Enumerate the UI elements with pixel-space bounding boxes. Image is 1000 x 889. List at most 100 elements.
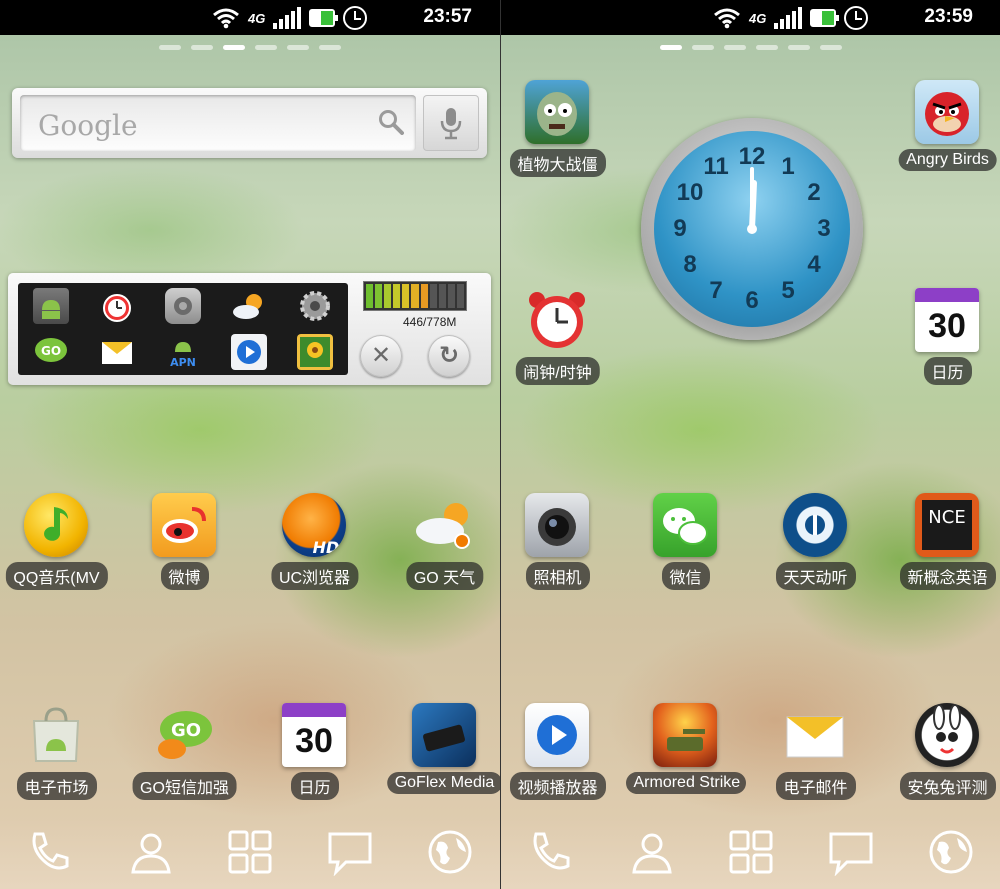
angry-birds-icon	[915, 80, 979, 144]
app-angry-birds[interactable]: Angry Birds	[885, 80, 1000, 190]
dock-messaging-button[interactable]	[323, 828, 377, 878]
dock-app-drawer-button[interactable]	[223, 828, 277, 878]
android-debug-icon[interactable]	[33, 288, 69, 324]
android-market-icon	[24, 703, 88, 767]
weather-toggle-icon[interactable]	[231, 288, 267, 324]
mail-toggle-icon[interactable]	[99, 334, 135, 370]
analog-clock-widget[interactable]: 12 1 2 3 4 5 6 7 8 9 10 11	[641, 118, 863, 340]
app-calendar[interactable]: 30 日历	[252, 703, 377, 813]
svg-text:APN: APN	[170, 356, 196, 369]
app-label: 闹钟/时钟	[515, 357, 600, 385]
app-label: 安兔兔评测	[899, 772, 996, 800]
app-label: 电子邮件	[775, 772, 856, 800]
search-icon	[379, 110, 404, 135]
dock-phone-button[interactable]	[523, 828, 577, 878]
email-icon	[783, 703, 847, 767]
dock-browser-button[interactable]	[423, 828, 477, 878]
clock-face: 12 1 2 3 4 5 6 7 8 9 10 11	[654, 131, 850, 327]
app-ttpod[interactable]: 天天动听	[753, 493, 878, 603]
app-weibo[interactable]: 微博	[122, 493, 247, 603]
app-drawer-icon	[228, 830, 272, 874]
video-toggle-icon[interactable]	[231, 334, 267, 370]
browser-icon	[428, 830, 472, 874]
app-label: GO 天气	[405, 562, 484, 590]
dock	[501, 818, 1000, 889]
app-label: 微博	[160, 562, 209, 590]
app-android-market[interactable]: 电子市场	[0, 703, 119, 813]
dock	[0, 818, 500, 889]
app-label: Angry Birds	[898, 149, 997, 171]
dock-phone-button[interactable]	[22, 828, 76, 878]
messaging-icon	[328, 832, 372, 876]
calendar-icon: 30	[915, 288, 979, 352]
status-bar: 4G 23:59	[501, 0, 1000, 35]
app-antutu[interactable]: 安兔兔评测	[885, 703, 1000, 813]
app-label: 电子市场	[16, 772, 97, 800]
toggle-widget: GO APN 446/778M ✕ ↻	[8, 273, 491, 385]
app-uc-browser[interactable]: HD UC浏览器	[252, 493, 377, 603]
app-label: 日历	[923, 357, 972, 385]
phone-icon	[533, 832, 570, 870]
dock-contacts-button[interactable]	[124, 828, 178, 878]
ttpod-icon	[783, 493, 847, 557]
app-label: GoFlex Media	[386, 772, 500, 794]
svg-text:GO: GO	[171, 720, 201, 741]
app-nce[interactable]: NCE 新概念英语	[885, 493, 1000, 603]
toggle-grid: GO APN	[18, 283, 348, 375]
gallery-toggle-icon[interactable]	[297, 334, 333, 370]
wifi-icon	[713, 7, 741, 29]
home-screen-left: 4G 23:57 Google GO APN 446/778M ✕ ↻ QQ音乐…	[0, 0, 500, 889]
app-calendar[interactable]: 30 日历	[885, 288, 1000, 398]
app-plants-vs-zombies[interactable]: 植物大战僵	[501, 80, 620, 190]
app-label: 植物大战僵	[509, 149, 606, 177]
speaker-toggle-icon[interactable]	[165, 288, 201, 324]
calendar-day: 30	[928, 307, 966, 345]
app-qq-music[interactable]: QQ音乐(MV	[0, 493, 119, 603]
app-goflex[interactable]: GoFlex Media	[382, 703, 500, 813]
app-label: UC浏览器	[270, 562, 359, 590]
app-alarm-clock[interactable]: 闹钟/时钟	[501, 288, 620, 398]
uc-browser-icon: HD	[282, 493, 346, 557]
app-video-player[interactable]: 视频播放器	[501, 703, 620, 813]
app-email[interactable]: 电子邮件	[753, 703, 878, 813]
alarm-status-icon	[844, 6, 869, 30]
plants-vs-zombies-icon	[525, 80, 589, 144]
app-camera[interactable]: 照相机	[501, 493, 620, 603]
go-sms-toggle-icon[interactable]: GO	[33, 334, 69, 370]
dock-browser-button[interactable]	[924, 828, 978, 878]
wifi-icon	[212, 7, 240, 29]
page-indicator	[501, 45, 1000, 50]
app-wechat[interactable]: 微信	[623, 493, 748, 603]
clock-hands	[747, 167, 757, 234]
app-label: 新概念英语	[899, 562, 996, 590]
app-go-sms[interactable]: GO GO短信加强	[122, 703, 247, 813]
signal-icon	[273, 7, 302, 29]
antutu-icon	[915, 703, 979, 767]
network-type: 4G	[248, 10, 266, 26]
refresh-button[interactable]: ↻	[428, 335, 470, 377]
go-weather-icon	[412, 493, 476, 557]
dock-messaging-button[interactable]	[824, 828, 878, 878]
alarm-clock-icon	[525, 288, 589, 352]
network-type: 4G	[749, 10, 767, 26]
apn-toggle-icon[interactable]: APN	[165, 334, 201, 370]
status-bar: 4G 23:57	[0, 0, 500, 35]
phone-icon	[32, 832, 69, 870]
voice-search-button[interactable]	[423, 95, 479, 151]
search-input[interactable]: Google	[20, 95, 416, 151]
app-armored-strike[interactable]: Armored Strike	[623, 703, 748, 813]
app-go-weather[interactable]: GO 天气	[382, 493, 500, 603]
status-time: 23:59	[924, 6, 973, 27]
battery-icon	[309, 9, 339, 27]
page-indicator	[0, 45, 500, 50]
memory-bar	[363, 281, 467, 311]
close-button[interactable]: ✕	[360, 335, 402, 377]
home-screen-right: 4G 23:59 植物大战僵 Angry Birds 12 1 2 3 4 5 …	[500, 0, 1000, 889]
app-label: QQ音乐(MV	[5, 562, 108, 590]
contacts-icon	[131, 833, 171, 874]
dock-app-drawer-button[interactable]	[724, 828, 778, 878]
dock-contacts-button[interactable]	[625, 828, 679, 878]
settings-gear-icon[interactable]	[297, 288, 333, 324]
goflex-icon	[412, 703, 476, 767]
alarm-toggle-icon[interactable]	[99, 288, 135, 324]
